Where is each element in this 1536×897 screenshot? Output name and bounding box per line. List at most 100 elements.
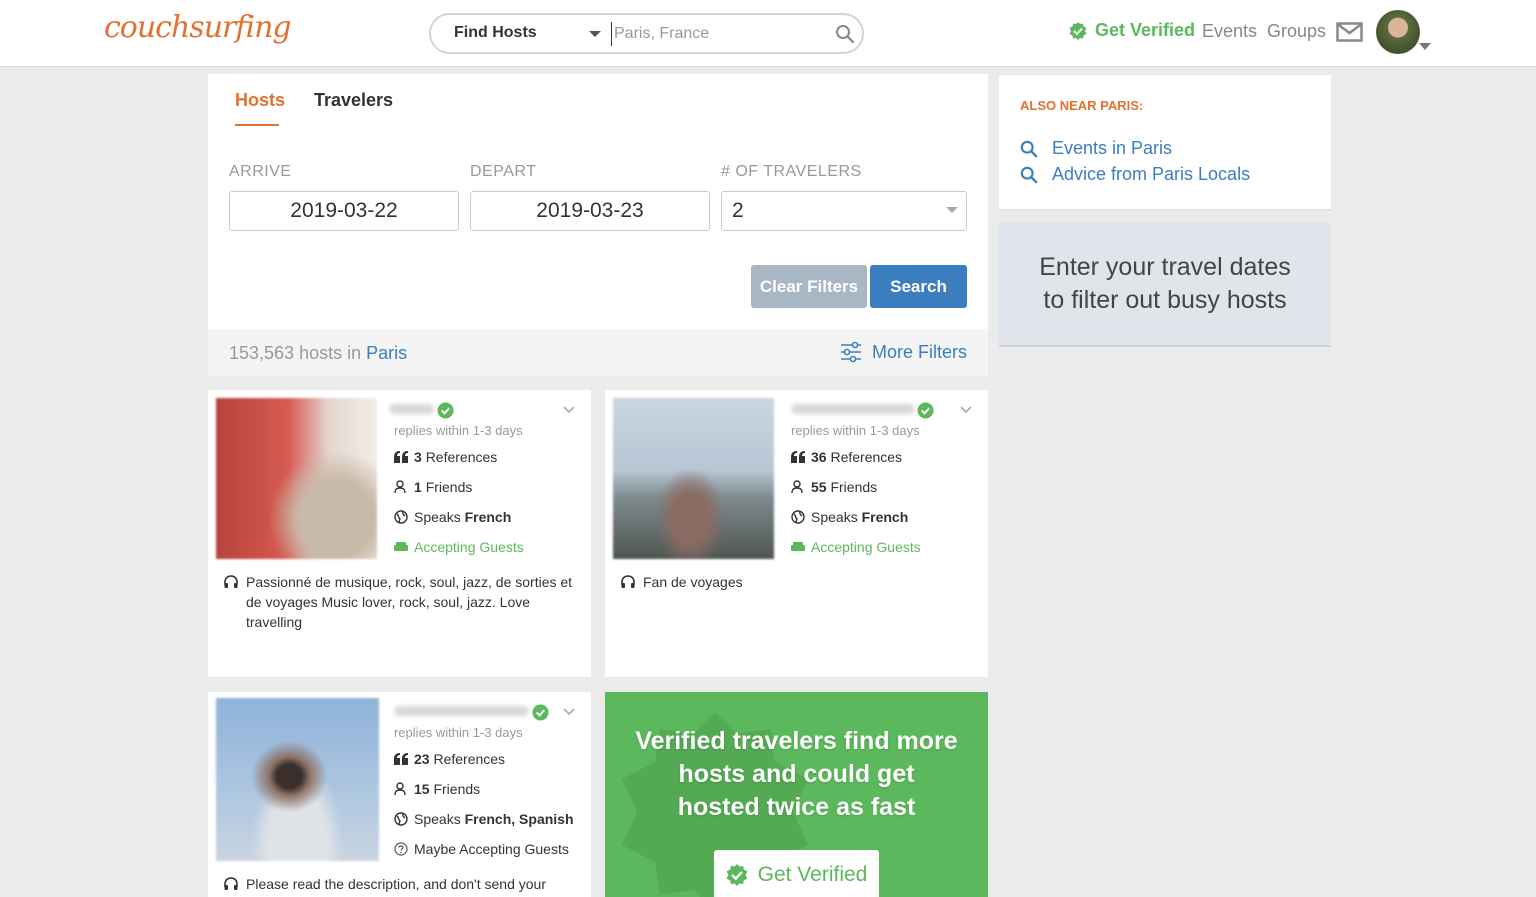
chevron-down-icon[interactable] bbox=[960, 404, 972, 414]
quote-icon bbox=[394, 752, 408, 766]
groups-nav-link[interactable]: Groups bbox=[1267, 21, 1326, 42]
more-filters-button[interactable]: More Filters bbox=[840, 341, 967, 363]
events-in-paris-link[interactable]: Events in Paris bbox=[1020, 138, 1172, 159]
couchsurfing-logo[interactable]: couchsurfing bbox=[104, 10, 292, 45]
languages-row: Speaks French bbox=[791, 509, 908, 525]
languages-row: Speaks French, Spanish bbox=[394, 811, 574, 827]
languages-row: Speaks French bbox=[394, 509, 511, 525]
depart-label: DEPART bbox=[470, 163, 537, 180]
host-name-redacted[interactable] bbox=[389, 404, 434, 414]
languages: French, Spanish bbox=[464, 811, 574, 827]
host-about: Passionné de musique, rock, soul, jazz, … bbox=[224, 572, 579, 632]
verify-promo-card: Verified travelers find more hosts and c… bbox=[605, 692, 988, 897]
host-photo[interactable] bbox=[216, 398, 377, 559]
references-row: 23 References bbox=[394, 751, 505, 767]
mail-icon[interactable] bbox=[1336, 22, 1363, 42]
friends-row: 55 Friends bbox=[791, 479, 877, 495]
host-photo[interactable] bbox=[613, 398, 774, 559]
arrive-label: ARRIVE bbox=[229, 163, 292, 180]
search-button[interactable]: Search bbox=[870, 265, 967, 308]
reply-time: replies within 1-3 days bbox=[791, 423, 920, 438]
verified-check-icon bbox=[437, 402, 454, 419]
references-label: References bbox=[433, 751, 506, 767]
clear-filters-button[interactable]: Clear Filters bbox=[751, 265, 867, 308]
search-bar: Find Hosts bbox=[429, 13, 864, 54]
caret-down-icon bbox=[946, 207, 958, 213]
headphones-icon bbox=[224, 575, 238, 589]
travelers-label: # OF TRAVELERS bbox=[721, 163, 862, 180]
results-summary-bar: 153,563 hosts in Paris More Filters bbox=[208, 329, 988, 376]
caret-down-icon[interactable] bbox=[1419, 43, 1431, 50]
hosting-status-row: Accepting Guests bbox=[791, 539, 921, 555]
tab-travelers[interactable]: Travelers bbox=[314, 90, 393, 111]
reply-time: replies within 1-3 days bbox=[394, 423, 523, 438]
tab-hosts[interactable]: Hosts bbox=[235, 90, 285, 111]
references-row: 3 References bbox=[394, 449, 497, 465]
headphones-icon bbox=[224, 877, 238, 891]
quote-icon bbox=[394, 450, 408, 464]
get-verified-link[interactable]: Get Verified bbox=[1069, 20, 1195, 41]
also-near-panel: ALSO NEAR PARIS: Events in Paris Advice … bbox=[999, 75, 1331, 210]
references-count: 36 bbox=[811, 449, 827, 465]
search-icon bbox=[1020, 140, 1038, 157]
travelers-count-select[interactable]: 2 bbox=[721, 191, 967, 231]
reply-time: replies within 1-3 days bbox=[394, 725, 523, 740]
host-photo[interactable] bbox=[216, 698, 379, 861]
depart-date-input[interactable]: 2019-03-23 bbox=[470, 191, 710, 231]
speaks-label: Speaks bbox=[811, 509, 858, 525]
also-near-title: ALSO NEAR PARIS: bbox=[1020, 98, 1144, 113]
verified-check-icon bbox=[1069, 21, 1087, 40]
hosting-status-row: Accepting Guests bbox=[394, 539, 524, 555]
events-nav-link[interactable]: Events bbox=[1202, 21, 1257, 42]
verified-check-icon bbox=[532, 704, 549, 721]
host-name-redacted[interactable] bbox=[394, 706, 529, 716]
host-card[interactable]: replies within 1-3 days 3 References 1 F… bbox=[208, 390, 591, 677]
near-link-label: Advice from Paris Locals bbox=[1052, 164, 1251, 184]
friends-label: Friends bbox=[830, 479, 878, 495]
chevron-down-icon[interactable] bbox=[563, 404, 575, 414]
friends-count: 1 bbox=[414, 479, 422, 495]
friends-row: 15 Friends bbox=[394, 781, 480, 797]
couch-icon bbox=[791, 540, 805, 554]
user-avatar[interactable] bbox=[1376, 10, 1420, 54]
host-card[interactable]: replies within 1-3 days 36 References 55… bbox=[605, 390, 988, 677]
search-type-select[interactable]: Find Hosts bbox=[454, 24, 537, 42]
hosting-status: Accepting Guests bbox=[414, 539, 524, 555]
advice-from-locals-link[interactable]: Advice from Paris Locals bbox=[1020, 164, 1250, 185]
globe-icon bbox=[394, 812, 408, 826]
help-circle-icon bbox=[394, 842, 408, 856]
friends-count: 15 bbox=[414, 781, 430, 797]
host-about-text: Passionné de musique, rock, soul, jazz, … bbox=[246, 574, 573, 630]
host-about: Please read the description, and don't s… bbox=[224, 874, 579, 894]
search-icon[interactable] bbox=[835, 24, 855, 44]
results-count-text: 153,563 hosts in bbox=[229, 343, 362, 363]
search-icon bbox=[1020, 166, 1038, 183]
couch-icon bbox=[394, 540, 408, 554]
location-search-input[interactable] bbox=[611, 22, 826, 46]
references-count: 3 bbox=[414, 449, 422, 465]
host-name-redacted[interactable] bbox=[791, 404, 915, 414]
near-link-label: Events in Paris bbox=[1052, 138, 1173, 158]
results-count: 153,563 hosts in Paris bbox=[229, 343, 407, 364]
hosting-status: Maybe Accepting Guests bbox=[414, 841, 569, 857]
friends-icon bbox=[791, 480, 805, 494]
get-verified-label: Get Verified bbox=[1095, 20, 1196, 40]
verified-check-icon bbox=[917, 402, 934, 419]
friends-icon bbox=[394, 480, 408, 494]
references-count: 23 bbox=[414, 751, 430, 767]
get-verified-button[interactable]: Get Verified bbox=[714, 850, 879, 897]
host-about-text: Please read the description, and don't s… bbox=[246, 876, 546, 892]
references-row: 36 References bbox=[791, 449, 902, 465]
results-city-link[interactable]: Paris bbox=[366, 343, 407, 363]
caret-down-icon[interactable] bbox=[589, 31, 601, 37]
search-filter-panel: Hosts Travelers ARRIVE DEPART # OF TRAVE… bbox=[208, 74, 988, 376]
verify-promo-text: Verified travelers find more hosts and c… bbox=[635, 727, 958, 821]
chevron-down-icon[interactable] bbox=[563, 706, 575, 716]
host-card[interactable]: replies within 1-3 days 23 References 15… bbox=[208, 692, 591, 897]
verified-check-icon bbox=[726, 864, 748, 886]
friends-label: Friends bbox=[425, 479, 473, 495]
travel-dates-prompt: Enter your travel dates to filter out bu… bbox=[999, 223, 1331, 347]
references-label: References bbox=[830, 449, 903, 465]
travelers-count-value: 2 bbox=[732, 199, 744, 222]
arrive-date-input[interactable]: 2019-03-22 bbox=[229, 191, 459, 231]
